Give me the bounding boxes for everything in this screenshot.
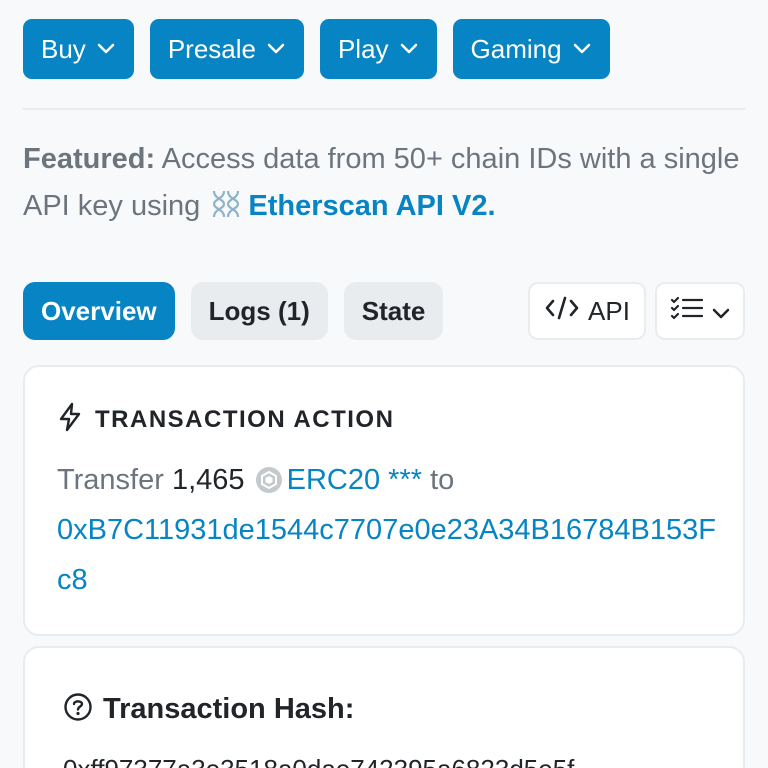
chevron-down-icon: [266, 39, 286, 59]
token-icon: [255, 460, 283, 493]
nav-play-button[interactable]: Play: [319, 19, 437, 79]
action-to: to: [430, 464, 455, 496]
tab-state[interactable]: State: [343, 282, 444, 340]
api-label: API: [588, 295, 630, 326]
chevron-down-icon: [96, 39, 116, 59]
transaction-hash-card: Transaction Hash: 0xff97377a3e3518a0dae7…: [23, 646, 745, 768]
tab-logs[interactable]: Logs (1): [190, 282, 328, 340]
nav-gaming-button[interactable]: Gaming: [452, 19, 610, 79]
transfer-amount: 1,465: [171, 464, 245, 496]
tab-bar: Overview Logs (1) State: [23, 282, 444, 340]
code-icon: [544, 295, 580, 328]
nav-presale-label: Presale: [167, 33, 256, 64]
help-icon[interactable]: [63, 692, 93, 727]
featured-label: Featured:: [23, 143, 156, 175]
chevron-down-icon: [572, 39, 592, 59]
top-nav: Buy Presale Play Gaming: [23, 19, 610, 79]
featured-banner: Featured: Access data from 50+ chain IDs…: [23, 136, 745, 230]
token-link[interactable]: ERC20 ***: [287, 464, 422, 496]
toolbar: API: [528, 282, 745, 340]
nav-buy-label: Buy: [41, 33, 86, 64]
transaction-action-header: TRANSACTION ACTION: [57, 402, 394, 437]
nav-buy-button[interactable]: Buy: [23, 19, 134, 79]
transaction-hash-value: 0xff97377a3e3518a0dae742395a6823d5e5f: [63, 754, 574, 768]
dna-icon: [208, 187, 242, 218]
chevron-down-icon: [712, 296, 730, 327]
nav-presale-button[interactable]: Presale: [149, 19, 304, 79]
tab-overview[interactable]: Overview: [23, 282, 175, 340]
nav-play-label: Play: [337, 33, 389, 64]
list-check-icon: [670, 295, 704, 328]
chevron-down-icon: [399, 39, 419, 59]
api-button[interactable]: API: [528, 282, 646, 340]
view-options-button[interactable]: [655, 282, 745, 340]
divider: [23, 108, 745, 110]
transaction-hash-label: Transaction Hash:: [103, 693, 355, 725]
transaction-action-body: Transfer 1,465 ERC20 *** to 0xB7C11931de…: [57, 455, 717, 605]
transaction-action-card: TRANSACTION ACTION Transfer 1,465 ERC20 …: [23, 365, 745, 636]
transaction-action-title: TRANSACTION ACTION: [95, 405, 395, 433]
lightning-icon: [57, 402, 83, 437]
nav-gaming-label: Gaming: [470, 33, 562, 64]
action-verb: Transfer: [57, 464, 164, 496]
transaction-hash-header: Transaction Hash:: [63, 692, 354, 727]
recipient-address-link[interactable]: 0xB7C11931de1544c7707e0e23A34B16784B153F…: [57, 505, 717, 605]
etherscan-api-link[interactable]: Etherscan API V2.: [248, 190, 495, 222]
